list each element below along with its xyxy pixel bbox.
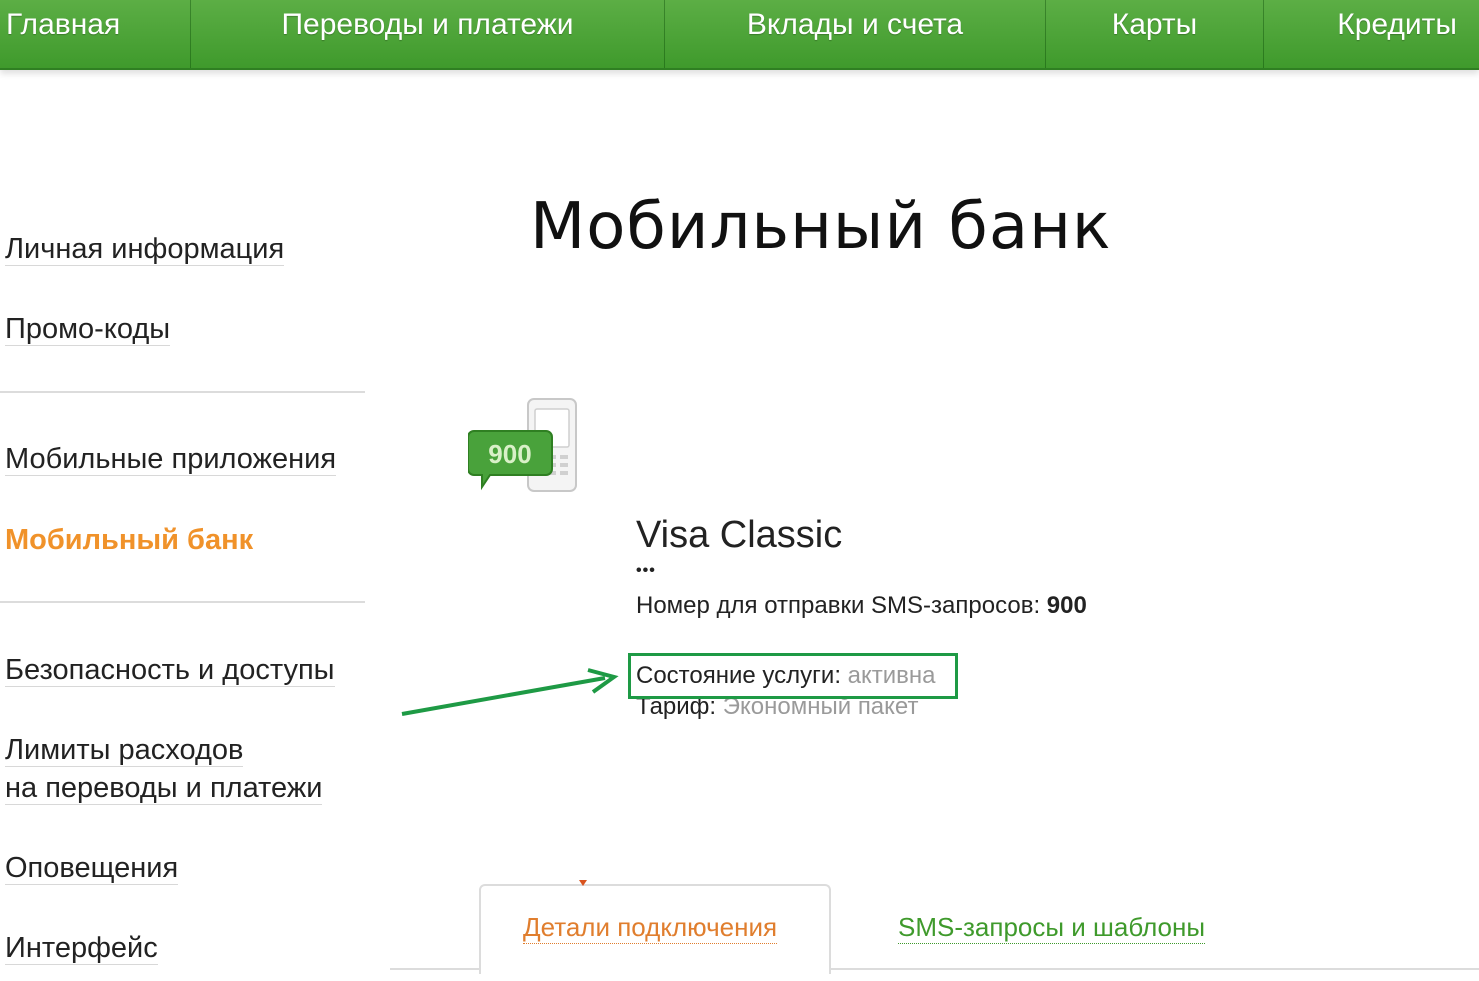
sidebar-item-promo-codes[interactable]: Промо-коды bbox=[5, 310, 171, 348]
sidebar-item-label: на переводы и платежи bbox=[5, 772, 323, 805]
sidebar-divider bbox=[0, 601, 365, 603]
sidebar-item-label: Безопасность и доступы bbox=[5, 654, 335, 687]
nav-item-credits[interactable]: Кредиты bbox=[1264, 0, 1479, 68]
icon-900-text: 900 bbox=[488, 439, 531, 469]
sidebar-item-label: Оповещения bbox=[5, 852, 179, 885]
top-navigation: Главная Переводы и платежи Вклады и счет… bbox=[0, 0, 1479, 70]
nav-item-cards[interactable]: Карты bbox=[1046, 0, 1263, 68]
tab-marker-icon bbox=[579, 880, 587, 886]
sidebar-item-label: Мобильные приложения bbox=[5, 443, 337, 476]
tab-connection-details-label[interactable]: Детали подключения bbox=[523, 912, 778, 944]
annotation-arrow-icon bbox=[401, 668, 619, 716]
sidebar-item-personal-info[interactable]: Личная информация bbox=[5, 230, 285, 268]
sidebar-item-interface[interactable]: Интерфейс bbox=[5, 929, 158, 967]
sidebar-item-mobile-bank[interactable]: Мобильный банк bbox=[5, 521, 253, 559]
nav-item-deposits[interactable]: Вклады и счета bbox=[665, 0, 1045, 68]
page-title: Мобильный банк bbox=[530, 190, 1112, 264]
sidebar-item-spending-limits[interactable]: Лимиты расходов на переводы и платежи bbox=[5, 731, 323, 807]
nav-item-transfers[interactable]: Переводы и платежи bbox=[191, 0, 664, 68]
card-number-mask: ••• bbox=[636, 562, 656, 579]
sidebar-divider bbox=[0, 391, 365, 393]
sidebar-item-label: Лимиты расходов bbox=[5, 734, 244, 767]
sidebar-item-mobile-apps[interactable]: Мобильные приложения bbox=[5, 440, 337, 478]
card-name: Visa Classic bbox=[636, 514, 843, 556]
tab-sms-requests[interactable]: SMS-запросы и шаблоны bbox=[898, 912, 1206, 944]
sidebar-item-label: Личная информация bbox=[5, 233, 285, 266]
nav-item-home[interactable]: Главная bbox=[0, 0, 190, 68]
sms-number-line: Номер для отправки SMS-запросов: 900 bbox=[636, 592, 1087, 620]
sms-number-value: 900 bbox=[1046, 592, 1087, 619]
sidebar-item-label: Промо-коды bbox=[5, 313, 171, 346]
sidebar-item-notifications[interactable]: Оповещения bbox=[5, 849, 179, 887]
sidebar-item-label: Мобильный банк bbox=[5, 524, 254, 556]
sms-900-icon: 900 bbox=[468, 398, 577, 492]
status-highlight-box bbox=[628, 653, 958, 699]
sms-number-label: Номер для отправки SMS-запросов: bbox=[636, 592, 1047, 619]
sidebar-item-security[interactable]: Безопасность и доступы bbox=[5, 651, 335, 689]
sidebar-item-label: Интерфейс bbox=[5, 932, 158, 965]
